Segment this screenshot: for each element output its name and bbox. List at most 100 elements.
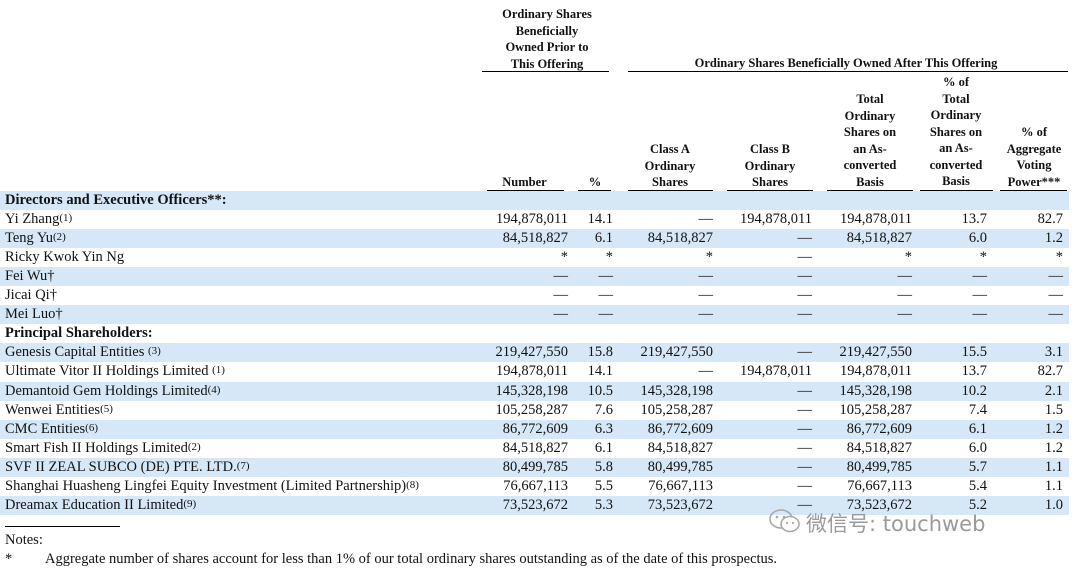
cell-number: 73,523,672 <box>502 497 568 513</box>
cell-number: 76,667,113 <box>503 478 568 494</box>
section-heading: Principal Shareholders: <box>5 324 153 343</box>
holder-name-text: CMC Entities <box>5 421 86 437</box>
holder-name-text: Yi Zhang <box>5 211 60 227</box>
cell-pct: 7.6 <box>594 402 613 418</box>
holder-name-text: Teng Yu <box>5 230 53 246</box>
cell-pct: 14.1 <box>587 363 613 379</box>
section-heading: Directors and Executive Officers**: <box>5 191 227 210</box>
cell-voting: — <box>1048 268 1064 284</box>
cell-pct-total: 6.1 <box>968 421 987 437</box>
cell-pct: 6.1 <box>594 230 613 246</box>
cell-total: 145,328,198 <box>839 383 913 399</box>
cell-total: — <box>897 268 913 284</box>
header-pct-total: % of Total Ordinary Shares on an As- con… <box>929 75 983 188</box>
holder-name-text: Ricky Kwok Yin Ng <box>5 249 125 265</box>
cell-number: 84,518,827 <box>502 230 568 246</box>
header-total-converted: Total Ordinary Shares on an As- converte… <box>843 92 897 189</box>
cell-pct: 10.5 <box>587 383 613 399</box>
header-rule-after <box>628 71 1068 72</box>
cell-pct: — <box>598 268 614 284</box>
cell-class-b: — <box>797 402 813 418</box>
cell-total: 194,878,011 <box>840 211 912 227</box>
footnote-ref: (2) <box>187 441 201 453</box>
holder-name-text: SVF II ZEAL SUBCO (DE) PTE. LTD. <box>5 459 237 475</box>
cell-total: * <box>904 249 912 265</box>
note-mark: * <box>5 551 13 567</box>
cell-total: 84,518,827 <box>846 230 912 246</box>
holder-name: Wenwei Entities(5) <box>5 401 113 420</box>
cell-voting: * <box>1055 249 1063 265</box>
cell-voting: 1.2 <box>1044 440 1063 456</box>
cell-pct-total: * <box>979 249 987 265</box>
cell-class-b: — <box>797 459 813 475</box>
cell-class-a: 86,772,609 <box>647 421 713 437</box>
holder-name: Dreamax Education II Limited(9) <box>5 496 196 515</box>
cell-pct: 6.1 <box>594 440 613 456</box>
header-after-group: Ordinary Shares Beneficially Owned After… <box>694 56 998 70</box>
cell-number: — <box>553 287 569 303</box>
holder-name: CMC Entities(6) <box>5 420 98 439</box>
cell-pct-total: 5.7 <box>968 459 987 475</box>
cell-voting: 1.5 <box>1044 402 1063 418</box>
cell-class-a: — <box>698 363 714 379</box>
cell-class-b: 194,878,011 <box>740 211 812 227</box>
cell-pct: 15.8 <box>587 344 613 360</box>
cell-class-a: * <box>705 249 713 265</box>
holder-name: Jicai Qi† <box>5 286 57 305</box>
cell-pct: — <box>598 287 614 303</box>
footnote-ref: (6) <box>85 422 98 434</box>
header-rule-prior <box>482 71 609 72</box>
header-class-a: Class A Ordinary Shares <box>644 142 696 189</box>
header-class-b: Class B Ordinary Shares <box>744 142 796 189</box>
cell-class-b: 194,878,011 <box>740 363 812 379</box>
cell-voting: 1.2 <box>1044 421 1063 437</box>
cell-voting: 1.0 <box>1044 497 1063 513</box>
holder-name: Demantoid Gem Holdings Limited(4) <box>5 382 220 401</box>
holder-name: Ricky Kwok Yin Ng <box>5 248 124 267</box>
cell-class-b: — <box>797 478 813 494</box>
holder-name-text: Dreamax Education II Limited <box>5 497 184 513</box>
cell-class-b: — <box>797 421 813 437</box>
footnote-ref: (8) <box>406 479 419 491</box>
cell-number: 84,518,827 <box>502 440 568 456</box>
cell-class-a: 84,518,827 <box>647 230 713 246</box>
holder-name-text: Genesis Capital Entities <box>5 344 148 360</box>
cell-number: * <box>560 249 568 265</box>
cell-class-b: — <box>797 383 813 399</box>
cell-class-b: — <box>797 440 813 456</box>
footnote-ref: (7) <box>236 460 250 472</box>
cell-pct-total: — <box>972 268 988 284</box>
holder-name: SVF II ZEAL SUBCO (DE) PTE. LTD.(7) <box>5 458 250 477</box>
cell-class-a: — <box>698 287 714 303</box>
cell-class-a: — <box>698 211 714 227</box>
cell-total: 76,667,113 <box>847 478 912 494</box>
cell-voting: 82.7 <box>1037 363 1063 379</box>
footnote-ref: (9) <box>183 498 197 510</box>
cell-class-b: — <box>797 268 813 284</box>
header-number: Number <box>502 175 547 189</box>
cell-class-a: 219,427,550 <box>640 344 714 360</box>
cell-total: 219,427,550 <box>839 344 913 360</box>
holder-name: Fei Wu† <box>5 267 55 286</box>
cell-total: — <box>897 306 913 322</box>
holder-name: Mei Luo† <box>5 305 63 324</box>
cell-class-b: — <box>797 230 813 246</box>
holder-name: Ultimate Vitor II Holdings Limited (1) <box>5 362 225 381</box>
cell-voting: 3.1 <box>1044 344 1063 360</box>
watermark-text: 微信号: touchweb <box>806 512 986 536</box>
cell-voting: 1.1 <box>1044 478 1063 494</box>
cell-pct: 5.5 <box>594 478 613 494</box>
note-text: Aggregate number of shares account for l… <box>45 551 778 567</box>
cell-number: 86,772,609 <box>502 421 568 437</box>
cell-number: — <box>553 306 569 322</box>
notes-title: Notes: <box>5 532 43 548</box>
holder-name-text: Wenwei Entities <box>5 402 101 418</box>
cell-pct-total: 6.0 <box>968 230 987 246</box>
cell-class-b: — <box>797 344 813 360</box>
cell-class-a: — <box>698 268 714 284</box>
footnote-ref: (1) <box>59 212 73 224</box>
holder-name-text: Smart Fish II Holdings Limited <box>5 440 188 456</box>
wechat-icon <box>769 509 800 533</box>
holder-name: Teng Yu(2) <box>5 229 66 248</box>
cell-class-a: 76,667,113 <box>648 478 713 494</box>
